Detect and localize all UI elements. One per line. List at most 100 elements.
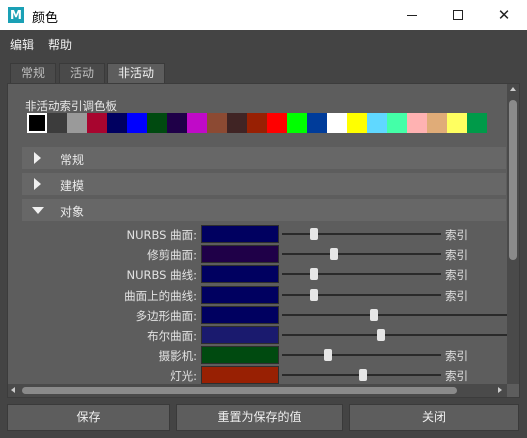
tab-content: 非活动索引调色板 常规 建模 对象 NURBS 曲面: 索引 修剪曲面: 索引 NURB… [7, 83, 520, 398]
palette-swatch[interactable] [47, 113, 67, 133]
tab-general[interactable]: 常规 [10, 63, 57, 83]
palette-swatch[interactable] [407, 113, 427, 133]
title-bar: M 颜色 ✕ [0, 0, 527, 30]
index-slider[interactable] [282, 349, 441, 362]
tab-inactive[interactable]: 非活动 [107, 63, 166, 83]
color-swatch-field[interactable] [201, 305, 279, 324]
color-swatch-field[interactable] [201, 225, 279, 243]
attribute-label: NURBS 曲线: [126, 268, 197, 283]
attribute-label: 灯光: [170, 369, 197, 384]
palette-swatch[interactable] [227, 113, 247, 133]
section-modeling[interactable]: 建模 [22, 173, 506, 195]
menu-help[interactable]: 帮助 [48, 36, 72, 53]
expand-arrow-icon [34, 152, 41, 164]
maximize-icon [453, 10, 463, 20]
close-window-button[interactable]: ✕ [481, 0, 527, 30]
collapse-arrow-icon [32, 207, 44, 214]
slider-thumb[interactable] [324, 349, 333, 362]
horizontal-scroll-thumb[interactable] [22, 387, 457, 394]
palette-swatch[interactable] [127, 113, 147, 133]
expand-arrow-icon [34, 178, 41, 190]
attribute-row: 灯光: 索引 [8, 365, 519, 385]
color-swatch-field[interactable] [201, 366, 279, 385]
palette-swatch[interactable] [107, 113, 127, 133]
palette-swatch[interactable] [307, 113, 327, 133]
attribute-label: 修剪曲面: [147, 248, 197, 263]
attribute-row: NURBS 曲线: 索引 [8, 264, 519, 284]
color-swatch-field[interactable] [201, 326, 279, 344]
vertical-scrollbar[interactable] [507, 84, 519, 384]
index-slider[interactable] [282, 228, 441, 240]
horizontal-scrollbar[interactable] [8, 384, 507, 397]
section-general[interactable]: 常规 [22, 147, 506, 169]
window-title: 颜色 [32, 11, 59, 26]
tab-active[interactable]: 活动 [59, 63, 106, 83]
scroll-up-arrow-icon[interactable] [510, 87, 516, 91]
palette-swatch[interactable] [347, 113, 367, 133]
attribute-row: NURBS 曲面: 索引 [8, 224, 519, 244]
slider-thumb[interactable] [309, 288, 318, 301]
index-label: 索引 [445, 248, 468, 263]
index-label: 索引 [445, 268, 468, 283]
attribute-row: 修剪曲面: 索引 [8, 244, 519, 264]
attribute-row: 多边形曲面: [8, 305, 519, 325]
section-objects[interactable]: 对象 [22, 199, 506, 221]
palette-swatch[interactable] [67, 113, 87, 133]
maximize-button[interactable] [435, 0, 481, 30]
color-swatch-field[interactable] [201, 245, 279, 264]
attribute-label: 多边形曲面: [135, 308, 197, 323]
attribute-label: 摄影机: [158, 349, 197, 364]
palette-swatch[interactable] [327, 113, 347, 133]
index-slider[interactable] [282, 248, 441, 261]
menu-bar: 编辑 帮助 [0, 30, 527, 56]
palette-swatch[interactable] [27, 113, 47, 133]
color-swatch-field[interactable] [201, 265, 279, 284]
scroll-left-arrow-icon[interactable] [11, 387, 15, 393]
slider-thumb[interactable] [370, 308, 379, 321]
scroll-right-arrow-icon[interactable] [498, 387, 502, 393]
index-slider[interactable] [282, 268, 441, 281]
attribute-label: 曲面上的曲线: [124, 288, 197, 303]
section-label: 建模 [60, 179, 85, 193]
color-swatch-field[interactable] [201, 285, 279, 304]
palette-swatch[interactable] [387, 113, 407, 133]
index-label: 索引 [445, 369, 468, 384]
slider-thumb[interactable] [309, 228, 318, 240]
palette-swatch[interactable] [267, 113, 287, 133]
palette-swatch[interactable] [147, 113, 167, 133]
section-label: 对象 [60, 205, 85, 219]
palette-swatch[interactable] [207, 113, 227, 133]
palette-swatch[interactable] [187, 113, 207, 133]
index-label: 索引 [445, 349, 468, 364]
palette-swatch[interactable] [447, 113, 467, 133]
index-slider[interactable] [282, 369, 441, 382]
attribute-row: 曲面上的曲线: 索引 [8, 285, 519, 305]
index-label: 索引 [445, 228, 468, 242]
minimize-icon [407, 14, 417, 16]
palette-swatch[interactable] [247, 113, 267, 133]
menu-edit[interactable]: 编辑 [10, 36, 34, 53]
palette-label: 非活动索引调色板 [25, 99, 117, 113]
color-swatch-field[interactable] [201, 346, 279, 365]
palette-swatch[interactable] [167, 113, 187, 133]
reset-to-saved-button[interactable]: 重置为保存的值 [176, 404, 343, 431]
slider-thumb[interactable] [377, 329, 385, 341]
maya-app-icon: M [8, 7, 24, 23]
index-slider[interactable] [282, 329, 507, 341]
index-slider[interactable] [282, 288, 441, 301]
slider-thumb[interactable] [330, 248, 339, 261]
palette-swatch[interactable] [427, 113, 447, 133]
minimize-button[interactable] [389, 0, 435, 30]
vertical-scroll-thumb[interactable] [509, 100, 517, 260]
palette-swatch[interactable] [367, 113, 387, 133]
save-button[interactable]: 保存 [7, 404, 170, 431]
attribute-label: 布尔曲面: [147, 329, 197, 343]
palette-swatch[interactable] [287, 113, 307, 133]
color-settings-panel: 常规 活动 非活动 非活动索引调色板 常规 建模 对象 NURBS 曲面: 索引修… [7, 63, 520, 398]
palette-swatch[interactable] [467, 113, 487, 133]
palette-swatch[interactable] [87, 113, 107, 133]
close-button[interactable]: 关闭 [349, 404, 519, 431]
index-slider[interactable] [282, 308, 507, 321]
slider-thumb[interactable] [309, 268, 318, 281]
slider-thumb[interactable] [359, 369, 368, 382]
